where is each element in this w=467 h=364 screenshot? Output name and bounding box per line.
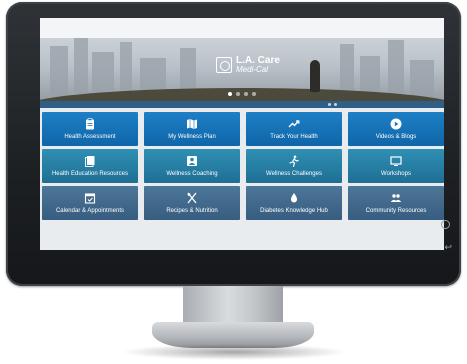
back-arrow-icon[interactable]: ↩: [444, 242, 452, 253]
tile-label: Calendar & Appointments: [55, 207, 125, 214]
screen-icon: [390, 156, 402, 166]
tile-diabetes-knowledge-hub[interactable]: Diabetes Knowledge Hub: [246, 186, 342, 220]
tile-label: Recipes & Nutrition: [166, 207, 218, 214]
pager-dot[interactable]: [328, 103, 331, 106]
tile-calendar-appointments[interactable]: Calendar & Appointments: [42, 186, 138, 220]
tile-label: Workshops: [381, 170, 411, 177]
tile-label: My Wellness Plan: [168, 133, 216, 140]
brand-subtitle: Medi-Cal: [236, 65, 269, 74]
tile-health-education-resources[interactable]: Health Education Resources: [42, 149, 138, 183]
brand-logo[interactable]: L.A. Care Medi-Cal: [216, 56, 280, 74]
monitor-bezel: L.A. Care Medi-Cal Health Assessment My …: [6, 2, 461, 286]
pager-dots: [328, 103, 337, 106]
play-icon: [390, 118, 402, 130]
top-bar: [40, 18, 444, 38]
coach-icon: [187, 155, 197, 166]
book-icon: [85, 155, 95, 167]
tile-label: Health Education Resources: [51, 170, 129, 177]
utensils-icon: [187, 192, 197, 204]
carousel-dot[interactable]: [236, 92, 240, 96]
carousel-dot[interactable]: [252, 92, 256, 96]
pager-dot[interactable]: [334, 103, 337, 106]
tile-track-your-health[interactable]: Track Your Health: [246, 112, 342, 146]
tile-videos-blogs[interactable]: Videos & Blogs: [348, 112, 444, 146]
tile-label: Health Assessment: [64, 133, 116, 140]
people-icon: [390, 194, 402, 202]
tile-wellness-challenges[interactable]: Wellness Challenges: [246, 149, 342, 183]
tile-label: Videos & Blogs: [375, 133, 417, 140]
person-silhouette: [310, 60, 320, 92]
hero-strip: [40, 101, 444, 108]
tile-community-resources[interactable]: Community Resources: [348, 186, 444, 220]
tile-health-assessment[interactable]: Health Assessment: [42, 112, 138, 146]
carousel-dots: [228, 92, 256, 96]
carousel-dot[interactable]: [228, 92, 232, 96]
tile-label: Wellness Coaching: [166, 170, 218, 177]
carousel-dot[interactable]: [244, 92, 248, 96]
tile-label: Diabetes Knowledge Hub: [260, 207, 328, 214]
monitor-stand-neck: [183, 286, 283, 326]
stand-shadow: [120, 344, 348, 360]
diabetes-icon: [291, 192, 297, 203]
tile-wellness-coaching[interactable]: Wellness Coaching: [144, 149, 240, 183]
tile-label: Community Resources: [365, 207, 427, 214]
run-icon: [289, 155, 299, 167]
clipboard-icon: [86, 117, 94, 130]
hero-banner: L.A. Care Medi-Cal: [40, 18, 444, 108]
screen: L.A. Care Medi-Cal Health Assessment My …: [40, 18, 444, 250]
tile-workshops[interactable]: Workshops: [348, 149, 444, 183]
logo-mark-icon: [216, 57, 232, 73]
tile-my-wellness-plan[interactable]: My Wellness Plan: [144, 112, 240, 146]
map-icon: [187, 118, 197, 129]
tile-label: Wellness Challenges: [266, 170, 322, 177]
calendar-icon: [84, 193, 96, 204]
tile-grid: Health Assessment My Wellness Plan Track…: [42, 112, 444, 220]
tile-recipes-nutrition[interactable]: Recipes & Nutrition: [144, 186, 240, 220]
trend-up-icon: [288, 120, 300, 128]
tile-label: Track Your Health: [270, 133, 318, 140]
power-button-icon[interactable]: [441, 220, 450, 229]
